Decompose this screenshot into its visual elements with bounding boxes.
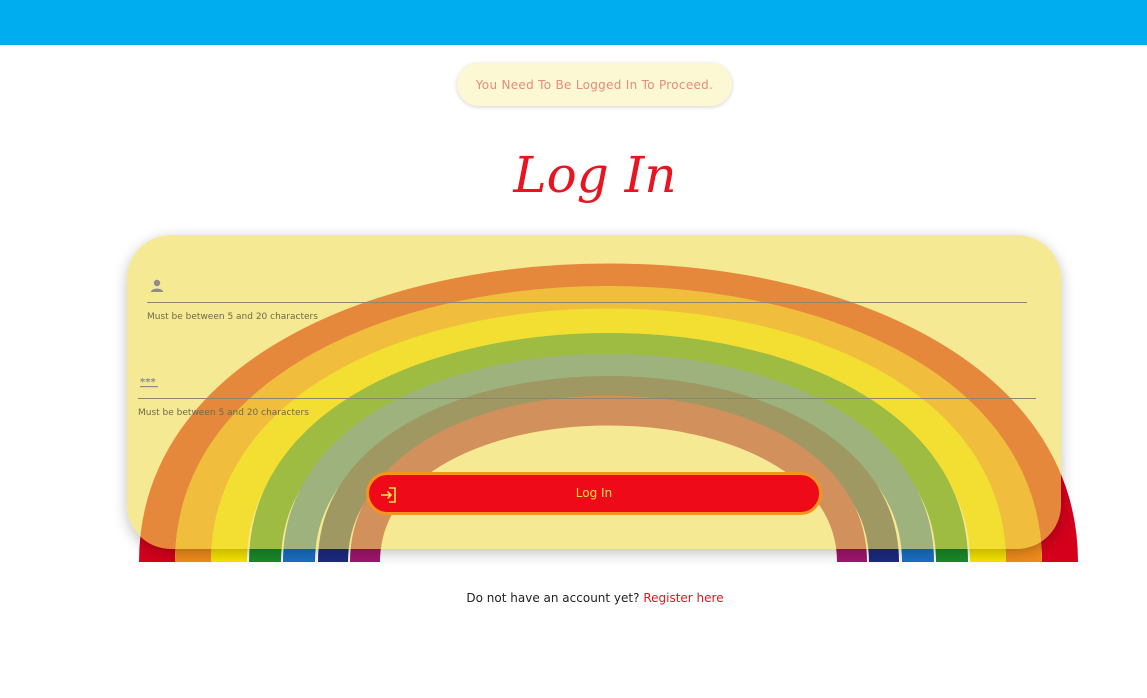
top-navbar [0, 0, 1147, 45]
username-hint: Must be between 5 and 20 characters [147, 312, 318, 322]
alert-message: You Need To Be Logged In To Proceed. [475, 77, 714, 92]
page-title: Log In [513, 146, 677, 204]
username-input[interactable] [171, 278, 1025, 300]
username-field[interactable] [147, 278, 1027, 303]
password-hint: Must be between 5 and 20 characters [138, 408, 309, 418]
password-input[interactable] [162, 374, 1034, 396]
password-field[interactable]: *** [138, 374, 1036, 399]
register-link[interactable]: Register here [643, 591, 723, 605]
login-required-alert: You Need To Be Logged In To Proceed. [457, 63, 732, 106]
register-prompt: Do not have an account yet? Register her… [0, 591, 1147, 605]
login-button[interactable]: Log In [366, 472, 822, 515]
register-prompt-text: Do not have an account yet? [466, 591, 640, 605]
user-icon [149, 278, 165, 294]
login-button-label: Log In [575, 486, 613, 500]
password-icon: *** [140, 374, 158, 390]
